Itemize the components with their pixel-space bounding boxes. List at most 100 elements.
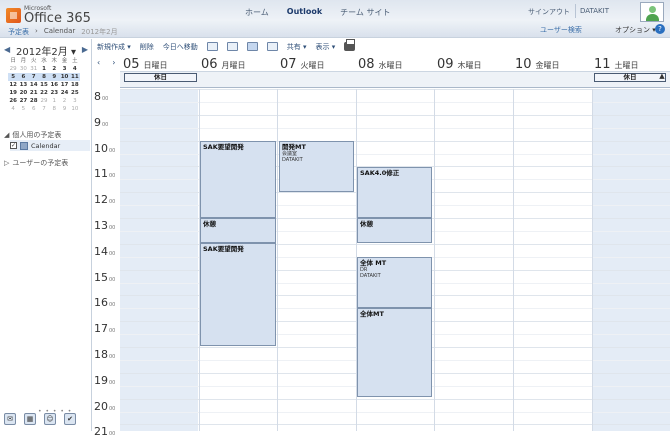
minute-value: 00 — [109, 379, 116, 386]
office365-logo[interactable]: Microsoft Office 365 — [6, 6, 91, 25]
all-day-row[interactable] — [120, 71, 670, 88]
nav-team-site[interactable]: チーム サイト — [340, 7, 390, 18]
mini-day[interactable]: 21 — [29, 89, 39, 97]
mini-day[interactable]: 7 — [39, 105, 49, 113]
mini-day[interactable]: 13 — [18, 81, 28, 89]
mini-day[interactable]: 28 — [29, 97, 39, 105]
month-view-icon[interactable] — [266, 42, 278, 51]
day-header-fri[interactable]: 10 金曜日 — [515, 57, 560, 72]
mini-day[interactable]: 24 — [59, 89, 69, 97]
mini-day[interactable]: 4 — [70, 65, 80, 73]
sidebar-footer: ✉ ▦ ☺ ✔ — [4, 413, 76, 425]
nav-home[interactable]: ホーム — [245, 7, 269, 18]
mini-day[interactable]: 29 — [8, 65, 18, 73]
mini-day[interactable]: 11 — [69, 73, 80, 81]
mini-day[interactable]: 6 — [18, 73, 29, 81]
mini-day[interactable]: 25 — [70, 89, 80, 97]
print-icon[interactable] — [344, 39, 356, 51]
day-header-wed[interactable]: 08 水曜日 — [358, 57, 403, 72]
event-mon-sak-dev-1[interactable]: SAK要望開発 — [200, 141, 276, 218]
mini-day[interactable]: 7 — [28, 73, 39, 81]
mini-day[interactable]: 8 — [38, 73, 50, 81]
mini-day[interactable]: 5 — [18, 105, 28, 113]
day-header-sat[interactable]: 11 土曜日 — [594, 57, 639, 72]
mini-day[interactable]: 10 — [59, 73, 70, 81]
my-calendars-section[interactable]: ◢ 個人用の予定表 — [4, 130, 61, 140]
mini-day[interactable]: 9 — [49, 73, 60, 81]
today-button[interactable]: 今日へ移動 — [163, 42, 198, 52]
calendar-list-item[interactable]: ✓ Calendar — [10, 140, 90, 151]
holiday-event-sat[interactable]: 休日 — [594, 73, 666, 82]
event-wed-all-mt-1[interactable]: 全体 MT DR DATAKIT — [357, 257, 432, 308]
mail-icon[interactable]: ✉ — [4, 413, 16, 425]
mini-day[interactable]: 15 — [39, 81, 49, 89]
event-mon-break[interactable]: 休憩 — [200, 218, 276, 243]
event-wed-all-mt-2[interactable]: 全体MT — [357, 308, 432, 397]
mini-day[interactable]: 10 — [70, 105, 80, 113]
help-icon[interactable]: ? — [655, 24, 665, 34]
mini-day[interactable]: 9 — [59, 105, 69, 113]
mini-calendar-title[interactable]: 2012年2月 ▾ — [16, 43, 76, 58]
tasks-icon[interactable]: ✔ — [64, 413, 76, 425]
mini-day[interactable]: 8 — [49, 105, 59, 113]
mini-day[interactable]: 12 — [8, 81, 18, 89]
delete-button[interactable]: 削除 — [140, 42, 154, 52]
mini-day[interactable]: 14 — [29, 81, 39, 89]
day-divider — [591, 89, 593, 431]
share-button[interactable]: 共有 ▾ — [287, 42, 307, 52]
mini-day[interactable]: 1 — [39, 65, 49, 73]
mini-day[interactable]: 19 — [8, 89, 18, 97]
day-header-mon[interactable]: 06 月曜日 — [201, 57, 246, 72]
prev-week-icon[interactable]: ‹ — [97, 58, 100, 67]
calendar-checkbox[interactable]: ✓ — [10, 142, 17, 149]
nav-outlook[interactable]: Outlook — [287, 7, 322, 18]
event-tue-dev-mt[interactable]: 開発MT 会議室 DATAKIT — [279, 141, 354, 192]
holiday-event-sun[interactable]: 休日 — [124, 73, 197, 82]
mini-day[interactable]: 3 — [70, 97, 80, 105]
event-wed-break[interactable]: 休憩 — [357, 218, 432, 243]
mini-day[interactable]: 1 — [49, 97, 59, 105]
mini-day[interactable]: 16 — [49, 81, 59, 89]
next-week-icon[interactable]: › — [112, 58, 115, 67]
options-menu[interactable]: オプション ▾ — [615, 25, 656, 35]
new-button[interactable]: 新規作成 ▾ — [97, 42, 131, 52]
day-header-sun[interactable]: 05 日曜日 — [123, 57, 168, 72]
mini-day[interactable]: 23 — [49, 89, 59, 97]
user-search-link[interactable]: ユーザー検索 — [540, 25, 582, 35]
hour-label: 10 00 — [94, 142, 120, 155]
calendar-toolbar: 新規作成 ▾ 削除 今日へ移動 共有 ▾ 表示 ▾ — [97, 39, 356, 53]
workweek-view-icon[interactable] — [226, 42, 238, 51]
contacts-icon[interactable]: ☺ — [44, 413, 56, 425]
calendar-icon[interactable]: ▦ — [24, 413, 36, 425]
other-calendars-section[interactable]: ▷ ユーザーの予定表 — [4, 158, 68, 168]
mini-day[interactable]: 26 — [8, 97, 18, 105]
day-view-icon[interactable] — [206, 42, 218, 51]
week-view-icon[interactable] — [246, 42, 258, 51]
mini-day[interactable]: 31 — [29, 65, 39, 73]
mini-day[interactable]: 4 — [8, 105, 18, 113]
username[interactable]: DATAKIT — [575, 4, 613, 18]
mini-day[interactable]: 5 — [8, 73, 19, 81]
mini-day[interactable]: 30 — [18, 65, 28, 73]
event-wed-sak-fix[interactable]: SAK4.0修正 — [357, 167, 432, 218]
sign-out-link[interactable]: サインアウト — [528, 7, 570, 17]
mini-day[interactable]: 22 — [39, 89, 49, 97]
allday-scroll-icon[interactable]: ▲ — [657, 72, 667, 84]
mini-day[interactable]: 27 — [18, 97, 28, 105]
mini-day[interactable]: 2 — [49, 65, 59, 73]
avatar-icon[interactable] — [640, 2, 664, 22]
mini-day[interactable]: 2 — [59, 97, 69, 105]
mini-day[interactable]: 20 — [18, 89, 28, 97]
mini-day[interactable]: 6 — [29, 105, 39, 113]
mini-prev-month-icon[interactable]: ◀ — [4, 43, 10, 58]
day-header-thu[interactable]: 09 木曜日 — [437, 57, 482, 72]
mini-next-month-icon[interactable]: ▶ — [82, 43, 88, 58]
mini-day[interactable]: 17 — [59, 81, 69, 89]
mini-day[interactable]: 3 — [59, 65, 69, 73]
event-mon-sak-dev-2[interactable]: SAK要望開発 — [200, 243, 276, 346]
view-button[interactable]: 表示 ▾ — [316, 42, 336, 52]
mini-day[interactable]: 18 — [70, 81, 80, 89]
mini-day[interactable]: 29 — [39, 97, 49, 105]
day-header-tue[interactable]: 07 火曜日 — [280, 57, 325, 72]
breadcrumb-calendar-root[interactable]: 予定表 — [8, 27, 29, 37]
